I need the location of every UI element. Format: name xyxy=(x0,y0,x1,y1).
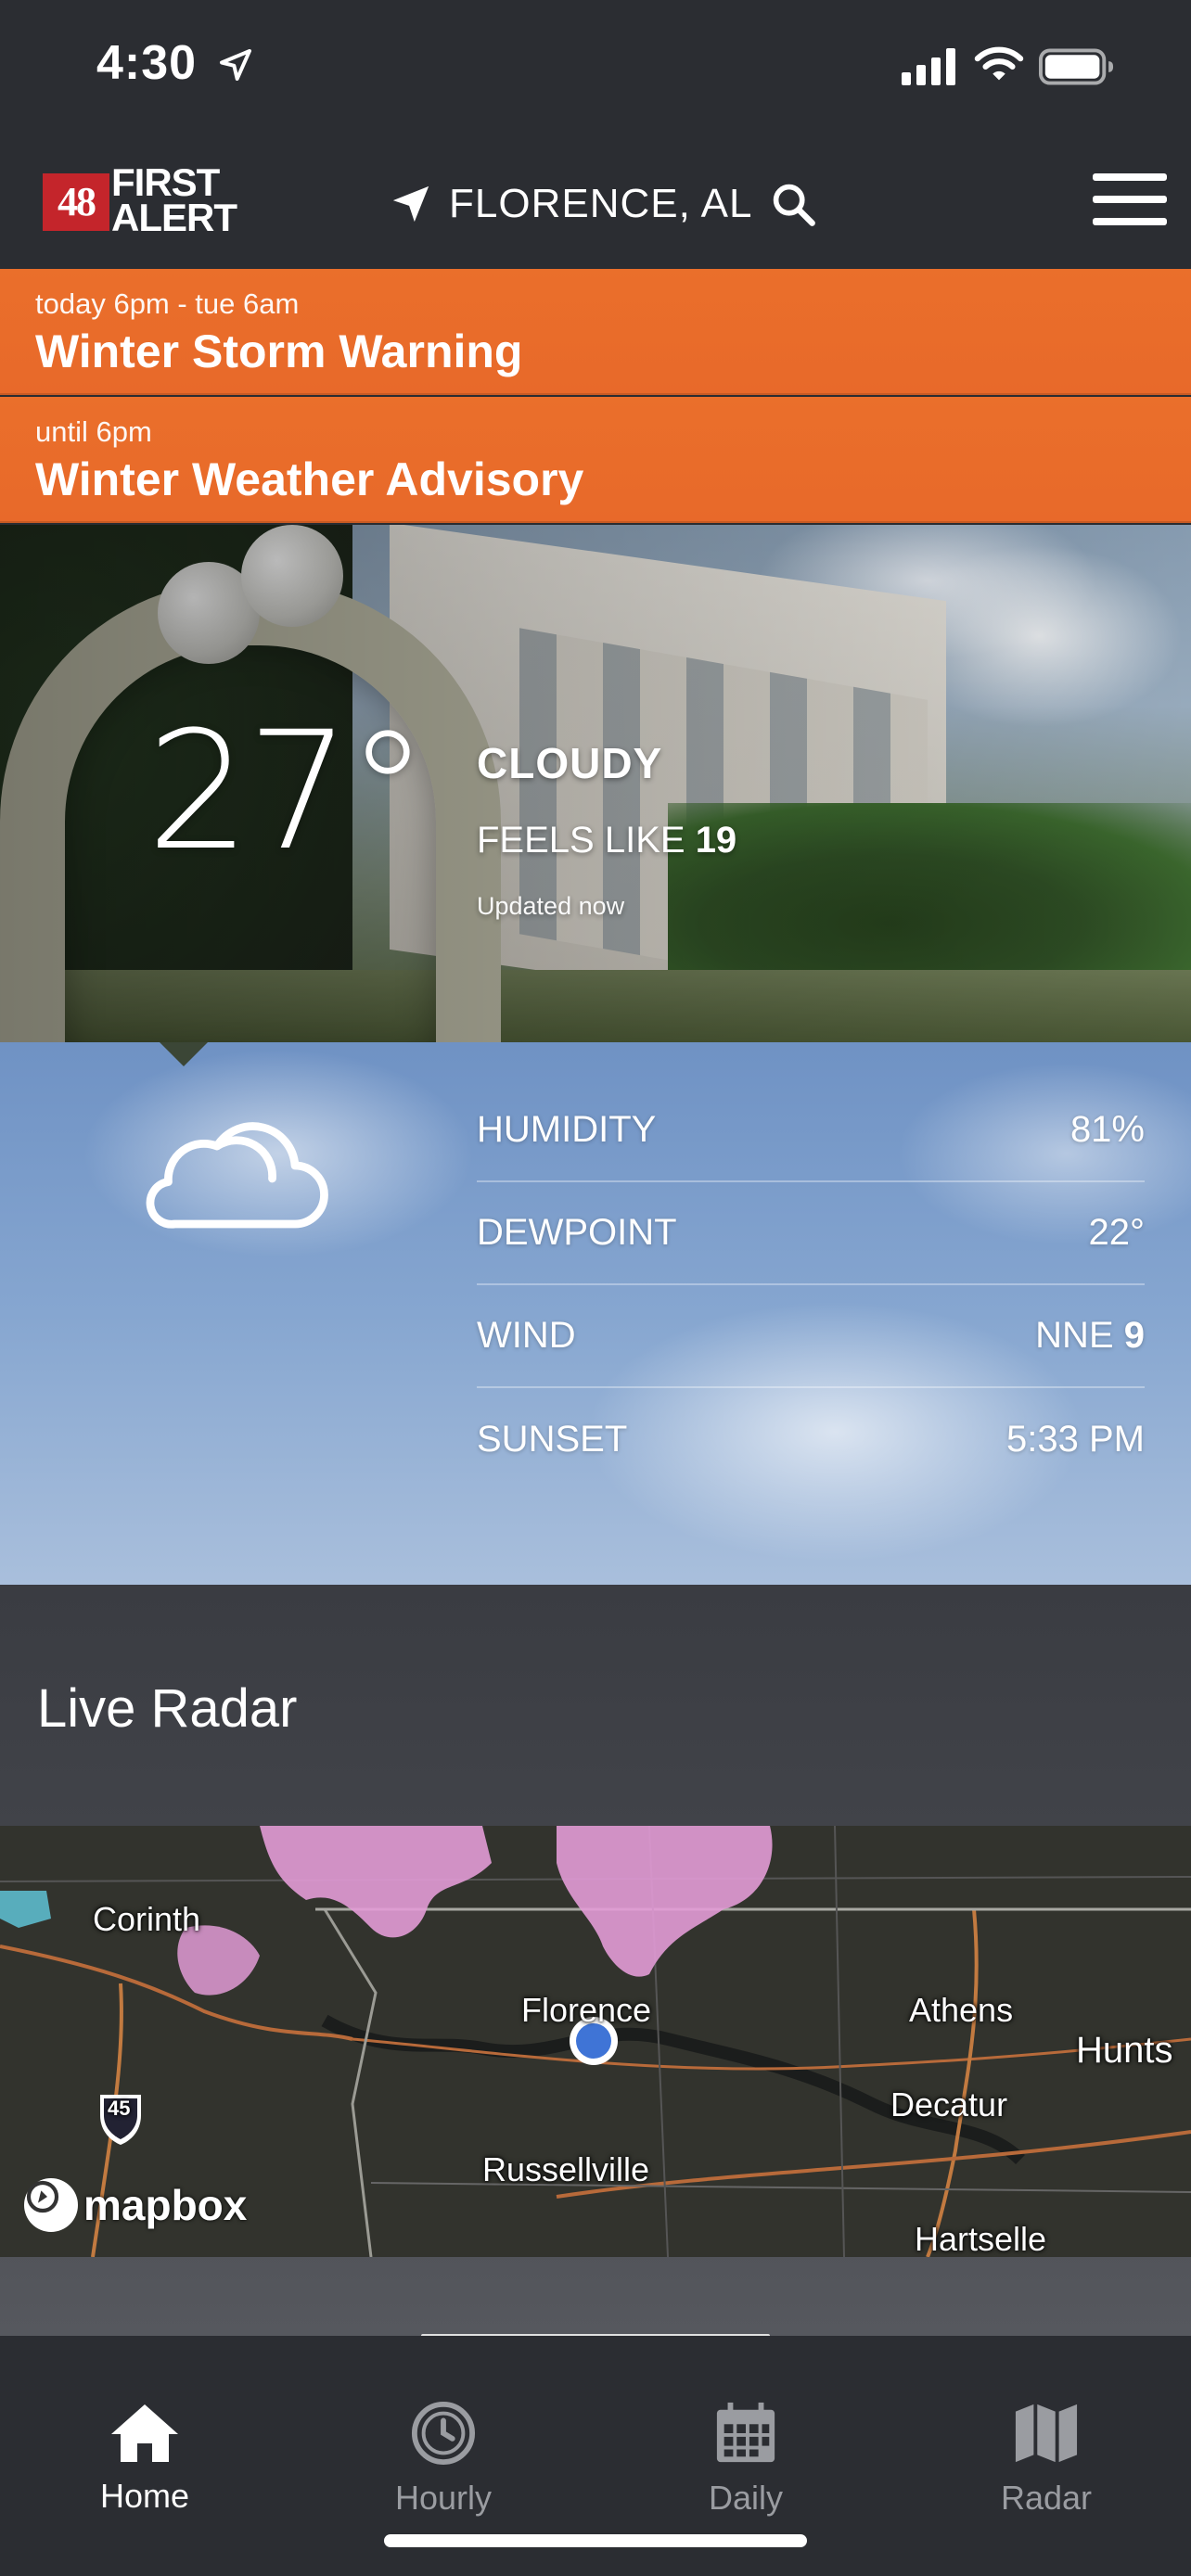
tab-label: Daily xyxy=(708,2479,783,2517)
tab-daily[interactable]: Daily xyxy=(653,2401,839,2531)
alert-time: until 6pm xyxy=(35,415,152,448)
logo-line-alert: ALERT xyxy=(111,196,237,239)
wind-speed: 9 xyxy=(1123,1315,1145,1356)
wifi-icon xyxy=(974,46,1024,81)
station-logo[interactable]: 48 FIRST ALERT xyxy=(43,162,258,240)
detail-value: 5:33 PM xyxy=(1006,1419,1145,1460)
tab-radar[interactable]: Radar xyxy=(954,2401,1139,2531)
map-icon xyxy=(1015,2404,1078,2463)
logo-number: 48 xyxy=(43,173,109,231)
alert-banner-winter-weather-advisory[interactable]: until 6pm Winter Weather Advisory xyxy=(0,397,1191,523)
status-bar: 4:30 xyxy=(0,0,1191,134)
alert-title: Winter Storm Warning xyxy=(35,325,523,377)
alert-title: Winter Weather Advisory xyxy=(35,453,584,505)
detail-row-wind: WIND NNE 9 xyxy=(477,1285,1145,1388)
home-indicator[interactable] xyxy=(384,2534,807,2547)
mapbox-wordmark: mapbox xyxy=(83,2181,248,2229)
map-label-corinth: Corinth xyxy=(93,1900,201,1938)
map-label-russellville: Russellville xyxy=(482,2150,650,2188)
cellular-signal-icon xyxy=(902,48,955,85)
mapbox-attribution[interactable]: mapbox xyxy=(24,2178,247,2232)
current-conditions-hero: 27° CLOUDY FEELS LIKE 19 Updated now xyxy=(0,525,1191,1042)
feels-like: FEELS LIKE 19 xyxy=(477,820,736,861)
map-label-florence: Florence xyxy=(521,1991,652,2029)
location-name: FLORENCE, AL xyxy=(449,181,753,226)
current-condition: CLOUDY xyxy=(477,739,663,787)
detail-value: 22° xyxy=(1088,1212,1146,1253)
detail-label: SUNSET xyxy=(477,1419,628,1460)
feels-like-label: FEELS LIKE xyxy=(477,820,685,861)
tab-home[interactable]: Home xyxy=(52,2401,237,2531)
clock-icon xyxy=(411,2401,476,2466)
current-temperature: 27° xyxy=(147,696,429,886)
updated-timestamp: Updated now xyxy=(477,892,625,920)
details-list: HUMIDITY 81% DEWPOINT 22° WIND NNE 9 SUN… xyxy=(477,1079,1145,1491)
app-header: 48 FIRST ALERT FLORENCE, AL xyxy=(0,134,1191,269)
map-label-decatur: Decatur xyxy=(890,2085,1008,2123)
detail-row-dewpoint: DEWPOINT 22° xyxy=(477,1182,1145,1285)
alert-time: today 6pm - tue 6am xyxy=(35,287,300,320)
detail-value: NNE 9 xyxy=(1035,1315,1145,1357)
route-shield-label: 45 xyxy=(108,2097,131,2120)
detail-label: WIND xyxy=(477,1315,576,1356)
detail-label: DEWPOINT xyxy=(477,1212,677,1253)
tab-label: Radar xyxy=(1000,2479,1093,2517)
location-selector[interactable]: FLORENCE, AL xyxy=(390,172,817,236)
detail-row-sunset: SUNSET 5:33 PM xyxy=(477,1388,1145,1491)
status-time: 4:30 xyxy=(96,36,198,90)
map-label-hartselle: Hartselle xyxy=(915,2220,1047,2257)
wind-direction: NNE xyxy=(1035,1315,1114,1356)
radar-map[interactable]: Corinth Florence Athens Hunts Decatur Ru… xyxy=(0,1826,1191,2257)
feels-like-value: 19 xyxy=(695,820,737,861)
detail-label: HUMIDITY xyxy=(477,1109,657,1150)
tab-label: Home xyxy=(99,2477,190,2515)
calendar-icon xyxy=(716,2402,775,2463)
map-label-athens: Athens xyxy=(909,1991,1014,2029)
radar-section-title: Live Radar xyxy=(37,1678,298,1739)
tab-label: Hourly xyxy=(394,2479,493,2517)
location-arrow-icon xyxy=(392,185,429,223)
detail-row-humidity: HUMIDITY 81% xyxy=(477,1079,1145,1182)
hamburger-menu-icon[interactable] xyxy=(1093,173,1167,229)
map-label-huntsville: Hunts xyxy=(1076,2030,1173,2071)
mapbox-logo-icon xyxy=(24,2178,78,2232)
conditions-details-panel: HUMIDITY 81% DEWPOINT 22° WIND NNE 9 SUN… xyxy=(0,1042,1191,1585)
location-services-icon xyxy=(220,49,251,81)
alert-banner-winter-storm-warning[interactable]: today 6pm - tue 6am Winter Storm Warning xyxy=(0,269,1191,395)
home-icon xyxy=(111,2404,178,2462)
hero-pointer-notch xyxy=(160,1042,208,1066)
battery-icon xyxy=(1039,48,1114,85)
tab-hourly[interactable]: Hourly xyxy=(351,2401,536,2531)
search-icon[interactable] xyxy=(769,180,817,228)
live-radar-section: Live Radar Corinth Florence Athens Hunts… xyxy=(0,1585,1191,2338)
detail-value: 81% xyxy=(1069,1109,1145,1150)
cloudy-weather-icon xyxy=(146,1122,328,1229)
